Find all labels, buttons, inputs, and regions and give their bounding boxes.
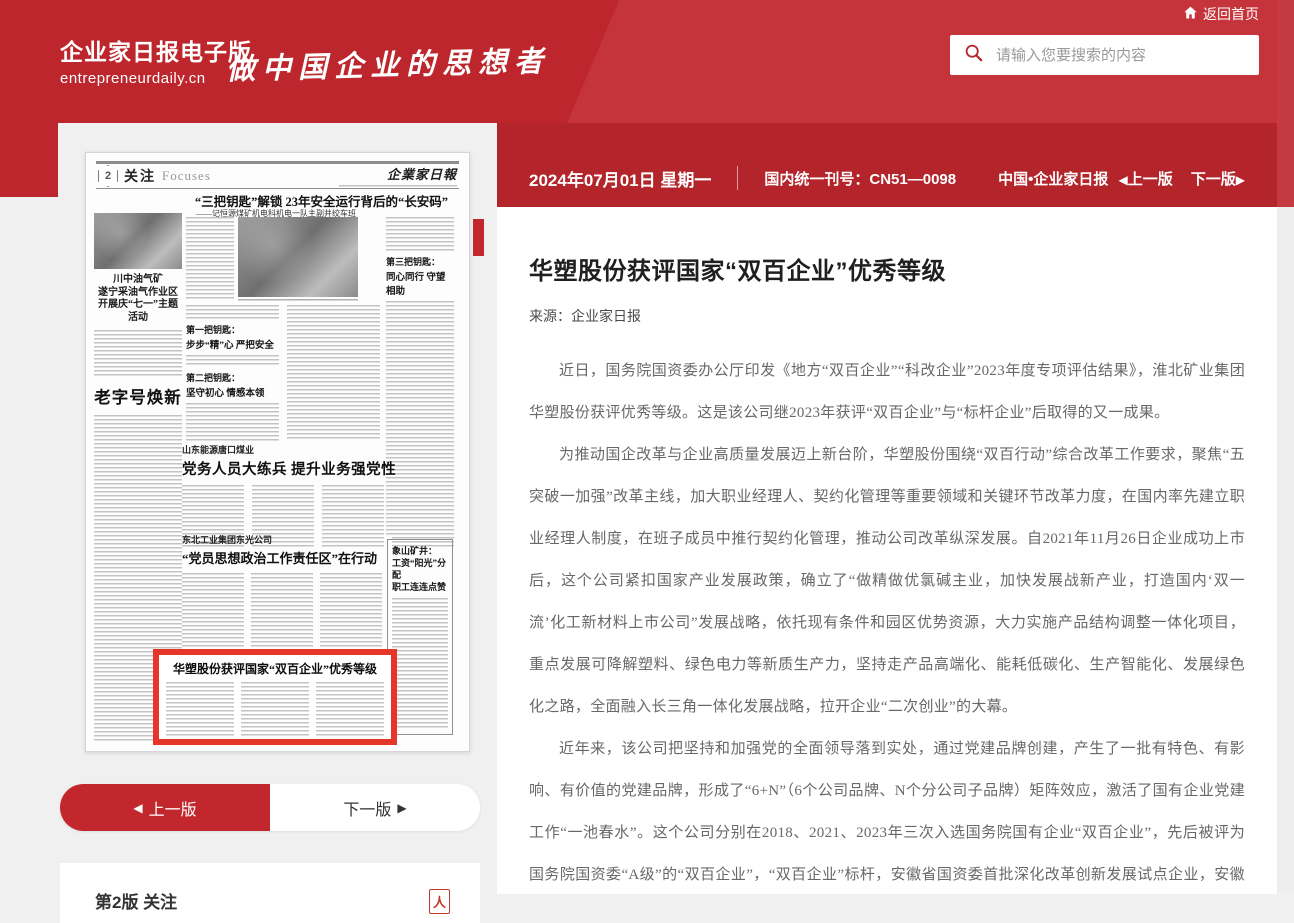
story2-headline: 党务人员大练兵 提升业务强党性	[182, 458, 454, 479]
issue-next-button[interactable]: 下一版▶	[1191, 168, 1245, 189]
article-source: 来源：企业家日报	[529, 306, 1245, 326]
next-page-button[interactable]: 下一版 ▶	[270, 784, 480, 831]
side-box-title: 象山矿井： 工资“阳光”分配 职工连连点赞	[392, 545, 448, 593]
key1-subhead: 第一把钥匙： 步步“精”心 严把安全	[186, 323, 279, 351]
issue-number: 国内统一刊号：CN51—0098	[764, 168, 956, 189]
article-panel: 华塑股份获评国家“双百企业”优秀等级 来源：企业家日报 近日，国务院国资委办公厅…	[497, 207, 1277, 894]
text-lines	[386, 217, 454, 251]
prev-arrow-icon: ◀	[1119, 173, 1128, 187]
page-list-card: 第2版 关注 人	[60, 863, 480, 923]
search-box[interactable]	[950, 35, 1259, 75]
text-lines	[241, 682, 309, 738]
text-lines	[94, 330, 182, 376]
thumb-story2: 山东能源唐口煤业 党务人员大练兵 提升业务强党性	[182, 443, 454, 547]
section-name-cn: 关注	[124, 166, 156, 186]
key3-subhead: 第三把钥匙： 同心同行 守望相助	[386, 255, 454, 297]
text-lines	[186, 217, 234, 301]
paper-brand: 中国•企业家日报	[998, 168, 1108, 189]
scrollbar-thumb[interactable]	[1277, 0, 1294, 207]
article-paragraph: 近日，国务院国资委办公厅印发《地方“双百企业”“科改企业”2023年度专项评估结…	[529, 350, 1245, 434]
issue-prev-button[interactable]: ◀上一版	[1119, 168, 1173, 189]
highlighted-article-title: 华塑股份获评国家“双百企业”优秀等级	[166, 660, 384, 677]
back-to-home-label: 返回首页	[1203, 4, 1259, 24]
next-arrow-icon: ▶	[1236, 173, 1245, 187]
article-paragraph: 为推动国企改革与企业高质量发展迈上新台阶，华塑股份围绕“双百行动”综合改革工作要…	[529, 434, 1245, 728]
page-pager: ◀ 上一版 下一版 ▶	[60, 784, 480, 831]
group-photo	[238, 217, 358, 297]
text-lines	[287, 305, 380, 441]
search-icon	[964, 43, 984, 68]
article-body: 近日，国务院国资委办公厅印发《地方“双百企业”“科改企业”2023年度专项评估结…	[529, 350, 1245, 894]
back-to-home-link[interactable]: 返回首页	[1183, 4, 1259, 24]
red-accent-tab	[473, 219, 484, 256]
section-name-en: Focuses	[162, 168, 211, 184]
thumb-middle-columns: 第一把钥匙： 步步“精”心 严把安全 第二把钥匙： 坚守初心 情感本领	[186, 305, 380, 441]
next-arrow-icon: ▶	[397, 801, 406, 815]
site-title: 企业家日报电子版	[60, 33, 252, 67]
text-lines	[392, 598, 448, 729]
prev-arrow-icon: ◀	[133, 801, 142, 815]
text-lines	[186, 355, 279, 367]
highlighted-article-box[interactable]: 华塑股份获评国家“双百企业”优秀等级	[153, 649, 397, 745]
search-input[interactable]	[996, 47, 1259, 64]
issue-date: 2024年07月01日 星期一	[529, 166, 711, 191]
text-lines	[316, 682, 384, 738]
scrollbar-track[interactable]	[1277, 0, 1294, 894]
article-paragraph: 近年来，该公司把坚持和加强党的全面领导落到实处，通过党建品牌创建，产生了一批有特…	[529, 728, 1245, 894]
left-story2-title: 老字号焕新	[94, 384, 182, 408]
text-lines	[166, 682, 234, 738]
newspaper-page-thumbnail[interactable]: 2 关注 Focuses 企業家日報 “三把钥匙”解锁 23年安全运行背后的“长…	[85, 152, 470, 752]
masthead-logo-text: 企業家日報	[339, 164, 457, 183]
photo-caption-lines	[238, 299, 358, 302]
pdf-icon[interactable]: 人	[429, 889, 450, 914]
issue-bar: 2024年07月01日 星期一 国内统一刊号：CN51—0098 中国•企业家日…	[497, 123, 1277, 207]
page-number-badge: 2	[98, 165, 118, 187]
masthead-date-lines	[339, 185, 457, 189]
key2-subhead: 第二把钥匙： 坚守初心 情感本领	[186, 371, 279, 399]
thumb-masthead: 企業家日報	[339, 164, 457, 189]
site-header: 返回首页 企业家日报电子版 entrepreneurdaily.cn 做中国企业…	[0, 0, 1294, 123]
text-lines	[392, 485, 454, 547]
left-story-title: 川中油气矿 遂宁采油气作业区 开展庆“七一”主题活动	[94, 274, 182, 324]
site-slogan: 做中国企业的思想者	[226, 38, 551, 88]
issue-bar-divider	[737, 166, 738, 190]
thumb-section-bar: 2 关注 Focuses 企業家日報	[96, 161, 459, 189]
story2-kicker: 山东能源唐口煤业	[182, 443, 454, 456]
article-title: 华塑股份获评国家“双百企业”优秀等级	[529, 251, 1245, 286]
text-lines	[186, 403, 279, 441]
prev-page-button[interactable]: ◀ 上一版	[60, 784, 270, 831]
site-logo[interactable]: 企业家日报电子版 entrepreneurdaily.cn	[60, 33, 252, 87]
left-story-photo	[94, 213, 182, 269]
text-lines	[186, 305, 279, 319]
story3-kicker: 东北工业集团东光公司	[182, 533, 382, 546]
page-list-item[interactable]: 第2版 关注	[95, 874, 177, 913]
site-domain: entrepreneurdaily.cn	[60, 70, 252, 87]
story3-headline: “党员思想政治工作责任区”在行动	[182, 548, 382, 567]
header-left-stub	[0, 123, 58, 197]
home-icon	[1183, 5, 1198, 23]
